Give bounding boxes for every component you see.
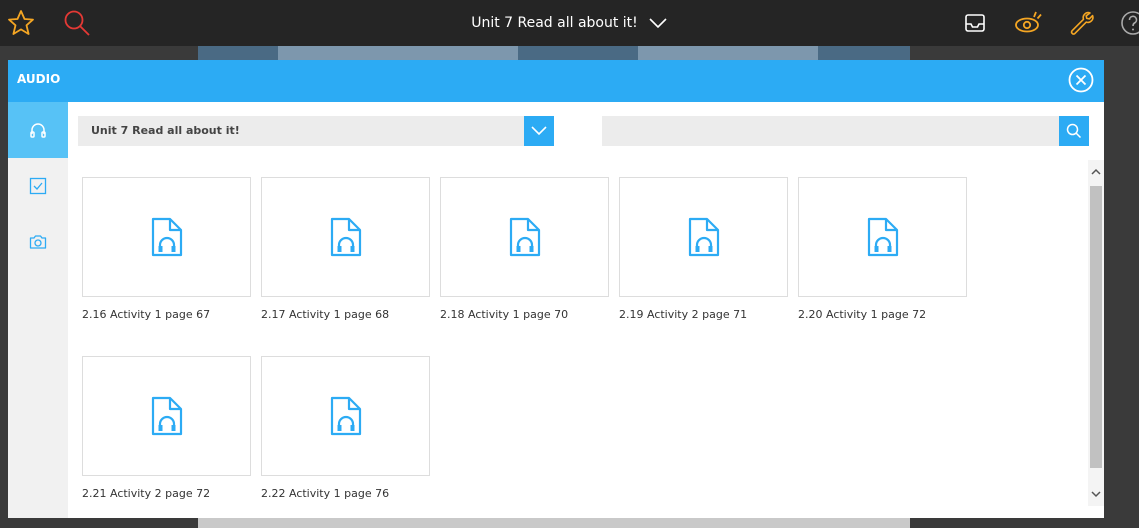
audio-item[interactable]: 2.18 Activity 1 page 70 <box>440 177 609 321</box>
audio-item-thumbnail[interactable] <box>82 356 251 476</box>
modal-sidebar <box>8 102 68 518</box>
audio-item-label: 2.20 Activity 1 page 72 <box>798 308 927 321</box>
scrollbar[interactable] <box>1088 160 1104 506</box>
audio-item[interactable]: 2.21 Activity 2 page 72 <box>82 356 251 500</box>
unit-title: Unit 7 Read all about it! <box>471 15 638 31</box>
tray-icon[interactable] <box>960 8 990 38</box>
chevron-up-icon <box>1091 168 1101 175</box>
close-button[interactable] <box>1067 66 1095 94</box>
unit-dropdown[interactable]: Unit 7 Read all about it! <box>78 116 554 146</box>
audio-file-icon <box>509 217 540 257</box>
search-button[interactable] <box>1059 116 1089 146</box>
audio-item[interactable]: 2.20 Activity 1 page 72 <box>798 177 967 321</box>
scrollbar-thumb[interactable] <box>1090 186 1102 468</box>
audio-item-label: 2.21 Activity 2 page 72 <box>82 487 211 500</box>
modal-header: AUDIO <box>8 60 1104 102</box>
audio-item-label: 2.19 Activity 2 page 71 <box>619 308 748 321</box>
dropdown-selected-value: Unit 7 Read all about it! <box>91 124 240 137</box>
audio-item-label: 2.22 Activity 1 page 76 <box>261 487 390 500</box>
audio-item-thumbnail[interactable] <box>261 177 430 297</box>
sidebar-item-tasks[interactable] <box>8 158 68 214</box>
audio-item[interactable]: 2.17 Activity 1 page 68 <box>261 177 430 321</box>
scroll-down-button[interactable] <box>1088 484 1104 504</box>
dropdown-toggle[interactable] <box>524 116 554 146</box>
audio-item[interactable]: 2.16 Activity 1 page 67 <box>82 177 251 321</box>
close-icon <box>1068 67 1094 93</box>
top-toolbar: Unit 7 Read all about it! <box>0 0 1139 46</box>
sidebar-item-media[interactable] <box>8 214 68 270</box>
audio-item-thumbnail[interactable] <box>798 177 967 297</box>
help-icon[interactable] <box>1118 8 1139 38</box>
audio-item-thumbnail[interactable] <box>82 177 251 297</box>
audio-item-label: 2.17 Activity 1 page 68 <box>261 308 390 321</box>
background-page-strip <box>198 46 910 60</box>
audio-item-thumbnail[interactable] <box>619 177 788 297</box>
audio-file-icon <box>330 396 361 436</box>
audio-file-icon <box>330 217 361 257</box>
modal-title: AUDIO <box>17 72 61 86</box>
scroll-up-button[interactable] <box>1088 162 1104 182</box>
search-input[interactable] <box>602 116 1060 146</box>
eye-icon[interactable] <box>1014 8 1044 38</box>
audio-item-thumbnail[interactable] <box>440 177 609 297</box>
audio-item[interactable]: 2.22 Activity 1 page 76 <box>261 356 430 500</box>
camera-icon <box>29 235 47 249</box>
audio-item-label: 2.18 Activity 1 page 70 <box>440 308 569 321</box>
audio-item[interactable]: 2.19 Activity 2 page 71 <box>619 177 788 321</box>
audio-item-label: 2.16 Activity 1 page 67 <box>82 308 211 321</box>
audio-item-thumbnail[interactable] <box>261 356 430 476</box>
chevron-down-icon <box>1091 491 1101 498</box>
audio-modal: AUDIO Unit 7 Read all about it! 2.16 Act… <box>8 60 1104 518</box>
audio-file-icon <box>867 217 898 257</box>
search-icon <box>1066 123 1082 139</box>
audio-file-icon <box>151 396 182 436</box>
audio-file-icon <box>151 217 182 257</box>
headphones-icon <box>30 123 46 138</box>
chevron-down-icon <box>531 126 547 136</box>
sidebar-item-audio[interactable] <box>8 102 68 158</box>
chevron-down-icon <box>649 18 667 29</box>
audio-file-icon <box>688 217 719 257</box>
checkbox-icon <box>29 177 47 195</box>
wrench-icon[interactable] <box>1066 8 1096 38</box>
